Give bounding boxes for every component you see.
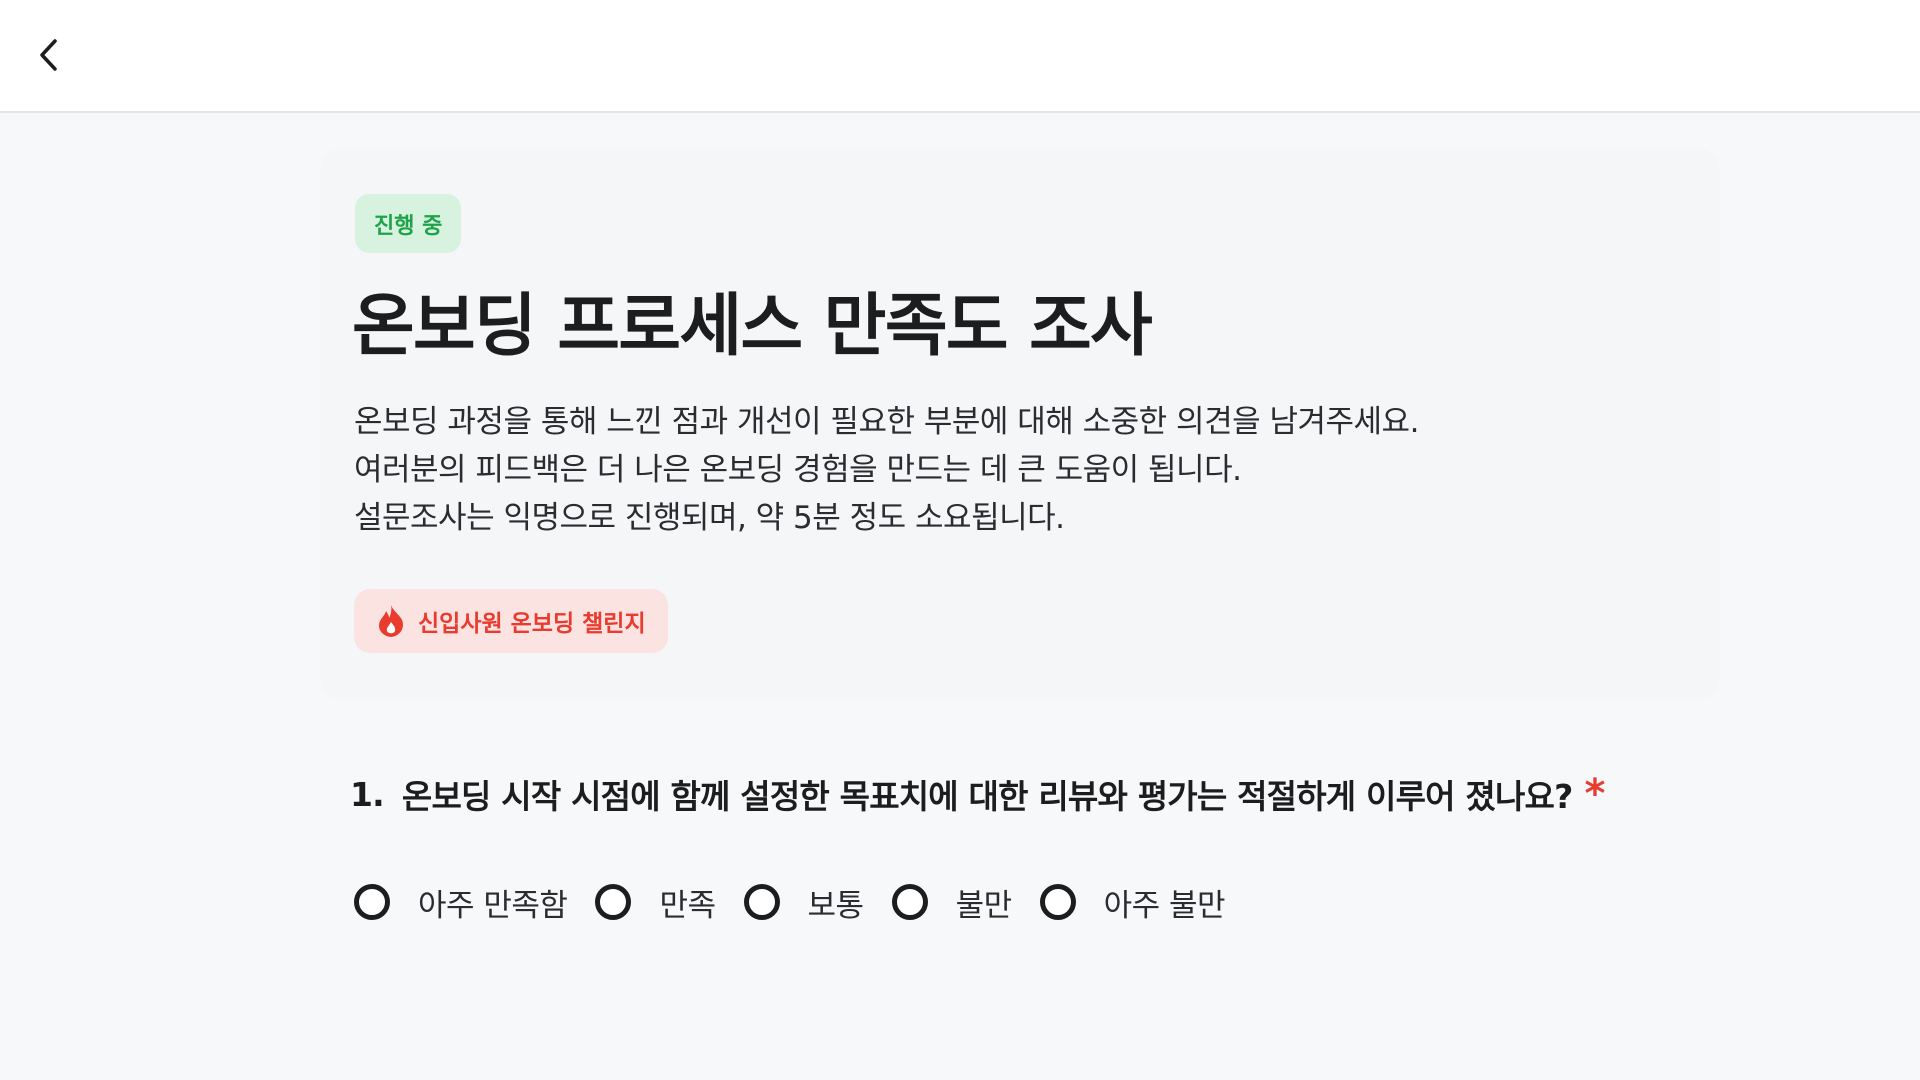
status-badge: 진행 중: [355, 194, 462, 253]
radio-button[interactable]: [743, 884, 780, 920]
option-label: 보통: [807, 887, 865, 924]
description-line: 설문조사는 익명으로 진행되며, 약 5분 정도 소요됩니다.: [354, 500, 1065, 536]
option-satisfied[interactable]: 만족: [595, 880, 716, 925]
description-line: 온보딩 과정을 통해 느낀 점과 개선이 필요한 부분에 대해 소중한 의견을 …: [354, 404, 1419, 440]
option-label: 만족: [659, 887, 716, 924]
chevron-left-icon: [40, 39, 57, 71]
option-very-dissatisfied[interactable]: 아주 불만: [1039, 880, 1226, 925]
option-dissatisfied[interactable]: 불만: [891, 880, 1013, 925]
challenge-tag[interactable]: 신입사원 온보딩 챌린지: [354, 589, 668, 653]
question-1: 1. 온보딩 시작 시점에 함께 설정한 목표치에 대한 리뷰와 평가는 적절하…: [350, 770, 1730, 818]
option-label: 아주 만족함: [418, 887, 568, 924]
question-number: 1.: [350, 774, 385, 814]
back-button[interactable]: [28, 30, 68, 80]
description-line: 여러분의 피드백은 더 나은 온보딩 경험을 만드는 데 큰 도움이 됩니다.: [354, 452, 1242, 488]
page-title: 온보딩 프로세스 만족도 조사: [352, 287, 1153, 366]
survey-description: 온보딩 과정을 통해 느낀 점과 개선이 필요한 부분에 대해 소중한 의견을 …: [354, 398, 1694, 542]
answer-options: 아주 만족함 만족 보통 불만 아주 불만: [354, 876, 1253, 928]
radio-button[interactable]: [354, 884, 390, 920]
radio-button[interactable]: [1039, 884, 1076, 920]
option-label: 불만: [955, 887, 1013, 924]
required-mark: *: [1584, 771, 1605, 817]
challenge-tag-label: 신입사원 온보딩 챌린지: [418, 611, 646, 637]
option-neutral[interactable]: 보통: [743, 880, 865, 925]
question-text: 온보딩 시작 시점에 함께 설정한 목표치에 대한 리뷰와 평가는 적절하게 이…: [401, 777, 1573, 816]
option-label: 아주 불만: [1103, 887, 1226, 924]
option-very-satisfied[interactable]: 아주 만족함: [354, 880, 568, 925]
radio-button[interactable]: [891, 884, 928, 920]
fire-icon: [379, 605, 403, 637]
top-bar: [0, 0, 1920, 113]
radio-button[interactable]: [595, 884, 632, 920]
